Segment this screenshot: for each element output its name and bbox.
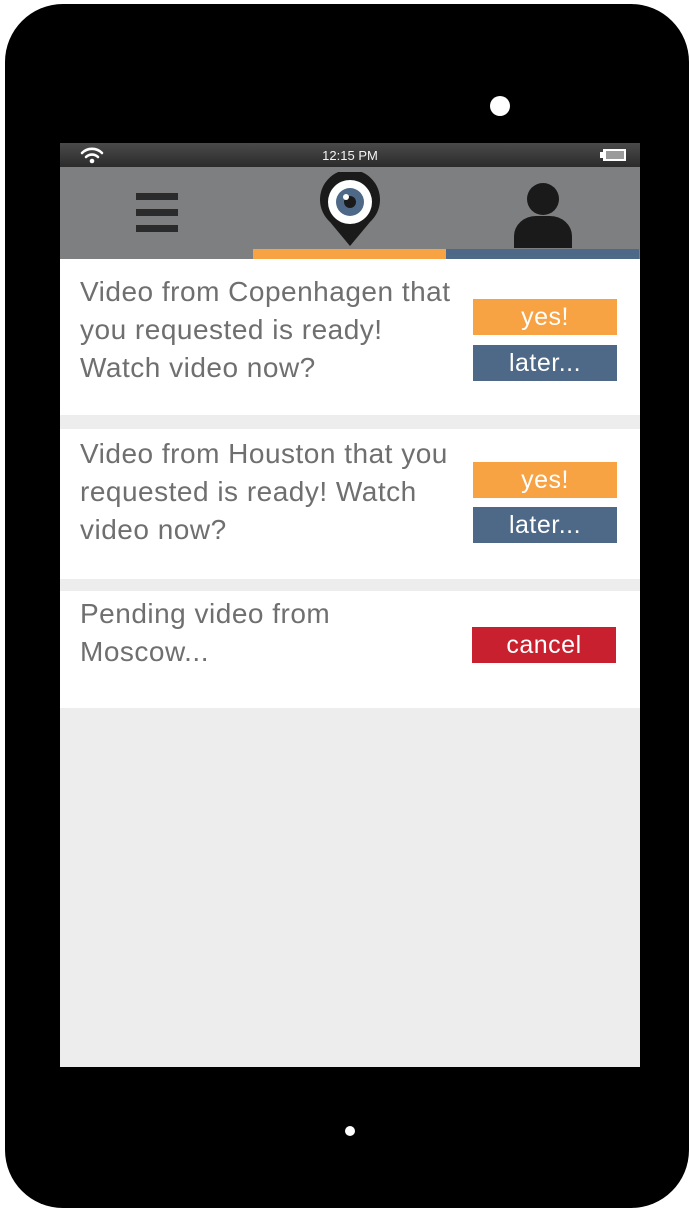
eye-location-pin-icon (319, 172, 380, 246)
status-time: 12:15 PM (322, 148, 378, 163)
status-bar: 12:15 PM (60, 143, 640, 167)
yes-button[interactable]: yes! (473, 462, 617, 498)
notification-card: Video from Houston that you requested is… (60, 429, 640, 579)
cancel-button[interactable]: cancel (472, 627, 616, 663)
active-tab-indicator (253, 249, 446, 259)
tab-profile[interactable] (446, 167, 639, 259)
later-button[interactable]: later... (473, 507, 617, 543)
tab-indicator (446, 249, 639, 259)
notification-message: Video from Copenhagen that you requested… (80, 276, 451, 383)
app-bar (60, 167, 640, 259)
user-profile-icon (513, 183, 572, 248)
notification-message: Pending video from Moscow... (80, 598, 331, 667)
notification-card: Pending video from Moscow... cancel (60, 591, 640, 708)
front-camera (490, 96, 510, 116)
tab-menu[interactable] (60, 167, 253, 259)
home-indicator (345, 1126, 355, 1136)
tab-videos[interactable] (253, 167, 446, 259)
later-button[interactable]: later... (473, 345, 617, 381)
notification-card: Video from Copenhagen that you requested… (60, 259, 640, 415)
hamburger-menu-icon (135, 193, 178, 232)
yes-button[interactable]: yes! (473, 299, 617, 335)
notification-message: Video from Houston that you requested is… (80, 438, 448, 545)
battery-icon (600, 149, 626, 161)
app-screen: 12:15 PM Video from Copenhagen that you … (60, 143, 640, 1067)
